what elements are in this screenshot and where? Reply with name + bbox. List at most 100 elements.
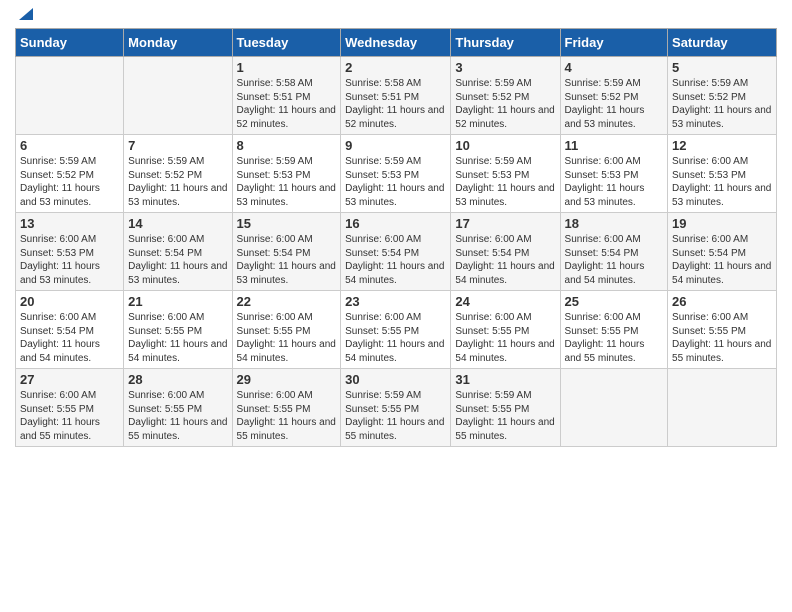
- day-info: Sunrise: 5:59 AM Sunset: 5:53 PM Dayligh…: [237, 155, 337, 209]
- day-info: Sunrise: 6:00 AM Sunset: 5:54 PM Dayligh…: [565, 233, 664, 287]
- calendar-cell: 22 Sunrise: 6:00 AM Sunset: 5:55 PM Dayli…: [232, 291, 341, 369]
- day-number: 4: [565, 60, 664, 75]
- day-info: Sunrise: 5:59 AM Sunset: 5:52 PM Dayligh…: [20, 155, 119, 209]
- day-number: 26: [672, 294, 772, 309]
- calendar-cell: 5Sunrise: 5:59 AM Sunset: 5:52 PM Daylig…: [668, 57, 777, 135]
- day-number: 29: [237, 372, 337, 387]
- calendar-cell: 3 Sunrise: 5:59 AM Sunset: 5:52 PM Daylig…: [451, 57, 560, 135]
- header-thursday: Thursday: [451, 29, 560, 57]
- header-tuesday: Tuesday: [232, 29, 341, 57]
- day-number: 13: [20, 216, 119, 231]
- day-number: 22: [237, 294, 337, 309]
- calendar-cell: 4 Sunrise: 5:59 AM Sunset: 5:52 PM Daylig…: [560, 57, 668, 135]
- day-info: Sunrise: 6:00 AM Sunset: 5:54 PM Dayligh…: [128, 233, 227, 287]
- day-info: Sunrise: 5:59 AM Sunset: 5:53 PM Dayligh…: [345, 155, 446, 209]
- day-number: 12: [672, 138, 772, 153]
- day-number: 27: [20, 372, 119, 387]
- calendar-header-row: SundayMondayTuesdayWednesdayThursdayFrid…: [16, 29, 777, 57]
- calendar-cell: 25 Sunrise: 6:00 AM Sunset: 5:55 PM Dayli…: [560, 291, 668, 369]
- day-info: Sunrise: 6:00 AM Sunset: 5:55 PM Dayligh…: [237, 389, 337, 443]
- calendar-cell: 2 Sunrise: 5:58 AM Sunset: 5:51 PM Daylig…: [341, 57, 451, 135]
- day-info: Sunrise: 6:00 AM Sunset: 5:53 PM Dayligh…: [20, 233, 119, 287]
- calendar-cell: 28 Sunrise: 6:00 AM Sunset: 5:55 PM Dayli…: [124, 369, 232, 447]
- calendar-cell: 12Sunrise: 6:00 AM Sunset: 5:53 PM Dayli…: [668, 135, 777, 213]
- calendar-cell: 13 Sunrise: 6:00 AM Sunset: 5:53 PM Dayli…: [16, 213, 124, 291]
- day-number: 15: [237, 216, 337, 231]
- day-number: 30: [345, 372, 446, 387]
- day-info: Sunrise: 6:00 AM Sunset: 5:54 PM Dayligh…: [20, 311, 119, 365]
- calendar-week-row: 6 Sunrise: 5:59 AM Sunset: 5:52 PM Daylig…: [16, 135, 777, 213]
- day-number: 1: [237, 60, 337, 75]
- day-info: Sunrise: 5:59 AM Sunset: 5:53 PM Dayligh…: [455, 155, 555, 209]
- day-number: 19: [672, 216, 772, 231]
- day-info: Sunrise: 6:00 AM Sunset: 5:54 PM Dayligh…: [455, 233, 555, 287]
- calendar-cell: 21Sunrise: 6:00 AM Sunset: 5:55 PM Dayli…: [124, 291, 232, 369]
- calendar-cell: [16, 57, 124, 135]
- header-monday: Monday: [124, 29, 232, 57]
- day-number: 28: [128, 372, 227, 387]
- day-number: 25: [565, 294, 664, 309]
- day-info: Sunrise: 5:59 AM Sunset: 5:52 PM Dayligh…: [565, 77, 664, 131]
- day-info: Sunrise: 6:00 AM Sunset: 5:55 PM Dayligh…: [672, 311, 772, 365]
- day-info: Sunrise: 6:00 AM Sunset: 5:54 PM Dayligh…: [345, 233, 446, 287]
- day-number: 5: [672, 60, 772, 75]
- day-info: Sunrise: 6:00 AM Sunset: 5:54 PM Dayligh…: [672, 233, 772, 287]
- day-info: Sunrise: 6:00 AM Sunset: 5:55 PM Dayligh…: [128, 389, 227, 443]
- calendar-cell: 15 Sunrise: 6:00 AM Sunset: 5:54 PM Dayli…: [232, 213, 341, 291]
- day-info: Sunrise: 6:00 AM Sunset: 5:53 PM Dayligh…: [565, 155, 664, 209]
- day-info: Sunrise: 6:00 AM Sunset: 5:54 PM Dayligh…: [237, 233, 337, 287]
- calendar-cell: 27 Sunrise: 6:00 AM Sunset: 5:55 PM Dayli…: [16, 369, 124, 447]
- day-number: 23: [345, 294, 446, 309]
- day-number: 24: [455, 294, 555, 309]
- day-info: Sunrise: 6:00 AM Sunset: 5:55 PM Dayligh…: [237, 311, 337, 365]
- calendar-cell: 30 Sunrise: 5:59 AM Sunset: 5:55 PM Dayli…: [341, 369, 451, 447]
- calendar-cell: 7 Sunrise: 5:59 AM Sunset: 5:52 PM Daylig…: [124, 135, 232, 213]
- calendar-cell: 29 Sunrise: 6:00 AM Sunset: 5:55 PM Dayli…: [232, 369, 341, 447]
- logo-triangle-icon: [17, 4, 35, 22]
- day-info: Sunrise: 6:00 AM Sunset: 5:55 PM Dayligh…: [565, 311, 664, 365]
- day-info: Sunrise: 5:59 AM Sunset: 5:52 PM Dayligh…: [455, 77, 555, 131]
- day-number: 8: [237, 138, 337, 153]
- calendar-cell: 10 Sunrise: 5:59 AM Sunset: 5:53 PM Dayli…: [451, 135, 560, 213]
- day-number: 18: [565, 216, 664, 231]
- calendar-cell: 26 Sunrise: 6:00 AM Sunset: 5:55 PM Dayli…: [668, 291, 777, 369]
- day-number: 31: [455, 372, 555, 387]
- page-header: [15, 10, 777, 22]
- calendar-cell: 16Sunrise: 6:00 AM Sunset: 5:54 PM Dayli…: [341, 213, 451, 291]
- calendar-cell: 19 Sunrise: 6:00 AM Sunset: 5:54 PM Dayli…: [668, 213, 777, 291]
- calendar-cell: 14 Sunrise: 6:00 AM Sunset: 5:54 PM Dayli…: [124, 213, 232, 291]
- day-info: Sunrise: 6:00 AM Sunset: 5:55 PM Dayligh…: [20, 389, 119, 443]
- header-saturday: Saturday: [668, 29, 777, 57]
- calendar-cell: 9 Sunrise: 5:59 AM Sunset: 5:53 PM Daylig…: [341, 135, 451, 213]
- calendar-cell: 8 Sunrise: 5:59 AM Sunset: 5:53 PM Daylig…: [232, 135, 341, 213]
- day-number: 9: [345, 138, 446, 153]
- day-info: Sunrise: 5:58 AM Sunset: 5:51 PM Dayligh…: [237, 77, 337, 131]
- day-number: 10: [455, 138, 555, 153]
- day-info: Sunrise: 5:59 AM Sunset: 5:55 PM Dayligh…: [455, 389, 555, 443]
- day-info: Sunrise: 5:58 AM Sunset: 5:51 PM Dayligh…: [345, 77, 446, 131]
- calendar-cell: 17 Sunrise: 6:00 AM Sunset: 5:54 PM Dayli…: [451, 213, 560, 291]
- calendar-cell: [560, 369, 668, 447]
- calendar-week-row: 13 Sunrise: 6:00 AM Sunset: 5:53 PM Dayli…: [16, 213, 777, 291]
- header-sunday: Sunday: [16, 29, 124, 57]
- day-info: Sunrise: 5:59 AM Sunset: 5:55 PM Dayligh…: [345, 389, 446, 443]
- day-number: 6: [20, 138, 119, 153]
- day-number: 17: [455, 216, 555, 231]
- calendar-cell: 20Sunrise: 6:00 AM Sunset: 5:54 PM Dayli…: [16, 291, 124, 369]
- calendar-cell: [124, 57, 232, 135]
- day-number: 11: [565, 138, 664, 153]
- day-number: 7: [128, 138, 227, 153]
- calendar-cell: 11 Sunrise: 6:00 AM Sunset: 5:53 PM Dayli…: [560, 135, 668, 213]
- day-number: 21: [128, 294, 227, 309]
- day-number: 2: [345, 60, 446, 75]
- header-wednesday: Wednesday: [341, 29, 451, 57]
- calendar-week-row: 20Sunrise: 6:00 AM Sunset: 5:54 PM Dayli…: [16, 291, 777, 369]
- logo: [15, 10, 35, 22]
- day-info: Sunrise: 6:00 AM Sunset: 5:55 PM Dayligh…: [455, 311, 555, 365]
- calendar-week-row: 27 Sunrise: 6:00 AM Sunset: 5:55 PM Dayli…: [16, 369, 777, 447]
- calendar-cell: 31 Sunrise: 5:59 AM Sunset: 5:55 PM Dayli…: [451, 369, 560, 447]
- header-friday: Friday: [560, 29, 668, 57]
- day-info: Sunrise: 5:59 AM Sunset: 5:52 PM Dayligh…: [128, 155, 227, 209]
- day-number: 3: [455, 60, 555, 75]
- day-number: 14: [128, 216, 227, 231]
